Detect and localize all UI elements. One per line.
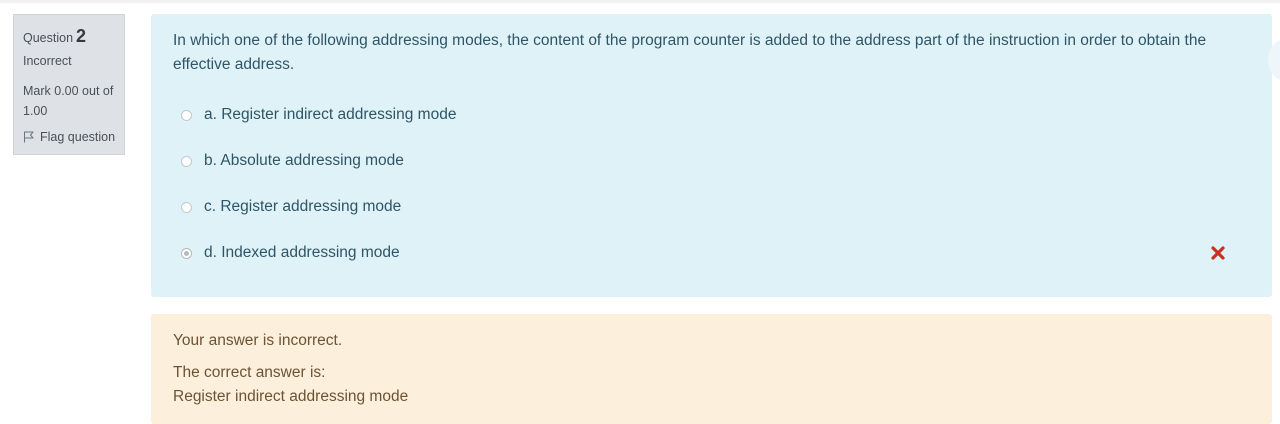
- flag-icon: [24, 131, 34, 143]
- answer-option-b[interactable]: b. Absolute addressing mode: [173, 138, 1252, 184]
- answer-option-a[interactable]: a. Register indirect addressing mode: [173, 92, 1252, 138]
- answer-options: a. Register indirect addressing mode b. …: [173, 92, 1252, 276]
- radio-button-selected[interactable]: [181, 247, 192, 259]
- answer-option-label: d. Indexed addressing mode: [204, 244, 400, 261]
- top-divider: [0, 0, 1280, 3]
- question-number-value: 2: [76, 26, 87, 46]
- cross-icon: [1211, 246, 1225, 260]
- radio-button[interactable]: [181, 155, 192, 167]
- radio-button[interactable]: [181, 201, 192, 213]
- answer-feedback: Your answer is incorrect. The correct an…: [151, 314, 1272, 424]
- question-formulation: In which one of the following addressing…: [151, 14, 1272, 297]
- answer-option-label: a. Register indirect addressing mode: [204, 106, 457, 123]
- correct-answer: Register indirect addressing mode: [173, 388, 409, 405]
- flag-question-button[interactable]: Flag question: [23, 129, 124, 145]
- answer-option-label: c. Register addressing mode: [204, 198, 402, 215]
- question-state: Incorrect: [23, 54, 72, 68]
- question-number: Question 2: [23, 24, 124, 48]
- answer-option-c[interactable]: c. Register addressing mode: [173, 184, 1252, 230]
- question-info-panel: Question 2 Incorrect Mark 0.00 out of 1.0…: [13, 14, 125, 155]
- question-text: In which one of the following addressing…: [173, 32, 1207, 73]
- question-label: Question: [23, 31, 74, 45]
- correct-answer-intro: The correct answer is:: [173, 364, 326, 381]
- answer-option-d[interactable]: d. Indexed addressing mode: [173, 230, 1252, 276]
- flag-question-label: Flag question: [40, 130, 116, 144]
- feedback-status: Your answer is incorrect.: [173, 332, 343, 349]
- answer-option-label: b. Absolute addressing mode: [204, 152, 404, 169]
- radio-button[interactable]: [181, 109, 192, 121]
- question-grade: Mark 0.00 out of 1.00: [23, 84, 114, 118]
